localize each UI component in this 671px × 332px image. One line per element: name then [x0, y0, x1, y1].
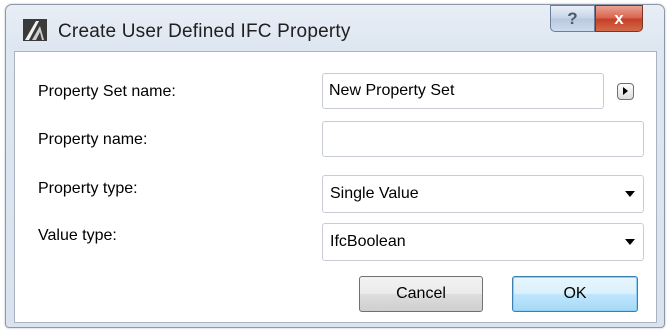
ok-button[interactable]: OK — [512, 276, 638, 312]
cancel-button[interactable]: Cancel — [359, 276, 483, 312]
help-button[interactable]: ? — [550, 5, 595, 32]
property-name-label: Property name: — [38, 131, 148, 148]
dialog-window: Create User Defined IFC Property ? x Pro… — [5, 4, 665, 328]
help-icon: ? — [567, 9, 578, 28]
dialog-title: Create User Defined IFC Property — [58, 21, 351, 42]
chevron-down-icon — [625, 239, 635, 245]
title-bar[interactable]: Create User Defined IFC Property ? x — [6, 5, 664, 51]
close-icon: x — [614, 9, 624, 28]
property-type-dropdown[interactable]: Single Value — [322, 175, 644, 213]
value-type-label: Value type: — [38, 227, 117, 244]
close-button[interactable]: x — [595, 5, 643, 32]
value-type-value: IfcBoolean — [330, 233, 406, 250]
property-type-label: Property type: — [38, 180, 138, 197]
property-set-name-input[interactable]: New Property Set — [322, 73, 604, 109]
property-set-name-label: Property Set name: — [38, 83, 176, 100]
property-type-value: Single Value — [330, 185, 419, 202]
property-name-input[interactable] — [322, 121, 644, 157]
value-type-dropdown[interactable]: IfcBoolean — [322, 223, 644, 261]
dialog-content: Property Set name: New Property Set Prop… — [14, 51, 657, 323]
property-set-picker-arrow-icon[interactable] — [617, 83, 634, 100]
archicad-logo-icon — [23, 19, 47, 41]
chevron-down-icon — [625, 191, 635, 197]
